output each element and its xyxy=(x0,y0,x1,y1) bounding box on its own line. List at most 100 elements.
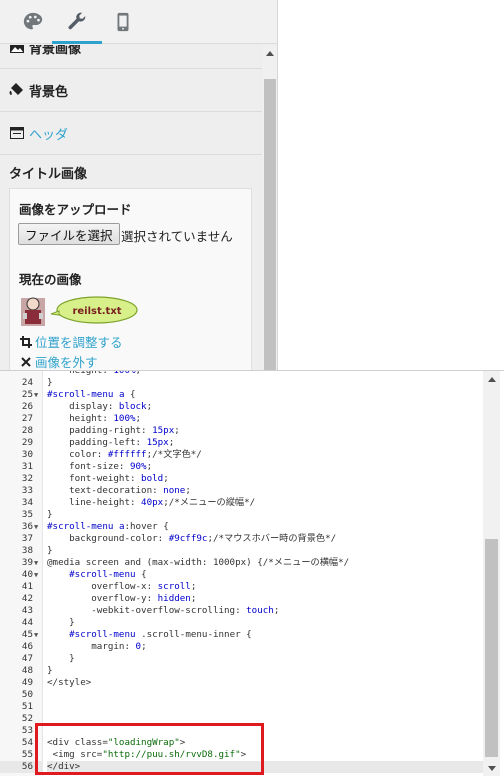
fold-arrow-icon[interactable]: ▼ xyxy=(34,521,42,533)
line-number xyxy=(0,365,43,377)
line-number-text: 24 xyxy=(21,377,33,388)
line-number-text: 27 xyxy=(21,413,33,424)
fold-arrow-icon[interactable]: ▼ xyxy=(34,569,42,581)
line-number: 41 xyxy=(0,581,43,593)
editor-scrollbar[interactable] xyxy=(483,371,500,776)
line-number-text: 46 xyxy=(21,641,33,652)
line-number-text: 55 xyxy=(21,749,33,760)
line-number-text: 32 xyxy=(21,473,33,484)
line-number: 46 xyxy=(0,641,43,653)
paint-bucket-icon xyxy=(8,82,26,98)
fold-arrow-icon[interactable]: ▼ xyxy=(34,557,42,569)
line-number: 29 xyxy=(0,437,43,449)
code-line[interactable] xyxy=(47,725,483,737)
line-number-text: 41 xyxy=(21,581,33,592)
line-number: 38 xyxy=(0,545,43,557)
code-line[interactable]: <div class="loadingWrap"> xyxy=(47,737,483,749)
code-line[interactable]: font-weight: bold; xyxy=(47,473,483,485)
code-line[interactable]: color: #ffffff;/*文字色*/ xyxy=(47,449,483,461)
code-line[interactable]: padding-left: 15px; xyxy=(47,437,483,449)
panel-content: 背景画像 背景色 ヘッダ タイトル画像 画像をアップロード ファイルを選択 選択… xyxy=(0,45,262,370)
choose-file-button[interactable]: ファイルを選択 xyxy=(18,223,120,245)
fold-arrow-icon[interactable]: ▼ xyxy=(34,629,42,641)
code-line[interactable]: </style> xyxy=(47,677,483,689)
adjust-position-link[interactable]: 位置を調整する xyxy=(19,332,123,351)
line-number: 25 ▼ xyxy=(0,389,43,401)
code-line[interactable]: } xyxy=(47,377,483,389)
line-number-text: 33 xyxy=(21,485,33,496)
line-number-text: 29 xyxy=(21,437,33,448)
code-line[interactable]: } xyxy=(47,509,483,521)
tab-mobile[interactable] xyxy=(106,6,140,38)
code-editor[interactable]: 24 25 ▼ 26 27 28 29 30 31 32 33 34 35 36 ▼ 37 38 39 ▼ 40 ▼ 41… xyxy=(0,370,504,776)
code-line[interactable]: <img src="http://puu.sh/rvvD8.gif"> xyxy=(47,749,483,761)
line-number-text: 42 xyxy=(21,593,33,604)
editor-scroll-thumb[interactable] xyxy=(485,539,498,757)
code-line[interactable] xyxy=(47,701,483,713)
code-line[interactable]: overflow-y: hidden; xyxy=(47,593,483,605)
code-line[interactable]: display: block; xyxy=(47,401,483,413)
tab-tools[interactable] xyxy=(52,6,102,44)
scroll-up-arrow-icon[interactable] xyxy=(483,371,500,387)
image-icon xyxy=(8,45,26,55)
line-number-text: 56 xyxy=(21,761,33,772)
code-line[interactable]: } xyxy=(47,665,483,677)
section-background-image[interactable]: 背景画像 xyxy=(0,45,262,69)
code-line[interactable]: #scroll-menu { xyxy=(47,569,483,581)
line-number-text: 30 xyxy=(21,449,33,460)
panel-scroll-thumb[interactable] xyxy=(264,79,276,370)
line-number-text: 44 xyxy=(21,617,33,628)
code-content[interactable]: height: 100%;}#scroll-menu a { display: … xyxy=(43,371,483,776)
line-number: 36 ▼ xyxy=(0,521,43,533)
adjust-position-label: 位置を調整する xyxy=(35,335,123,350)
section-header[interactable]: ヘッダ xyxy=(0,112,262,155)
line-number-text: 28 xyxy=(21,425,33,436)
code-line[interactable]: line-height: 40px;/*メニューの縦幅*/ xyxy=(47,497,483,509)
line-number-text: 38 xyxy=(21,545,33,556)
code-line[interactable]: } xyxy=(47,617,483,629)
code-line[interactable]: margin: 0; xyxy=(47,641,483,653)
code-line[interactable]: overflow-x: scroll; xyxy=(47,581,483,593)
code-line[interactable]: #scroll-menu .scroll-menu-inner { xyxy=(47,629,483,641)
line-number: 45 ▼ xyxy=(0,629,43,641)
line-number: 54 xyxy=(0,737,43,749)
line-number-text: 48 xyxy=(21,665,33,676)
code-line[interactable]: } xyxy=(47,653,483,665)
code-line[interactable]: height: 100%; xyxy=(47,413,483,425)
customizer-panel: 背景画像 背景色 ヘッダ タイトル画像 画像をアップロード ファイルを選択 選択… xyxy=(0,0,278,370)
line-number: 50 xyxy=(0,689,43,701)
current-image-heading: 現在の画像 xyxy=(19,272,82,287)
fold-arrow-icon[interactable]: ▼ xyxy=(34,389,42,401)
palette-icon xyxy=(23,12,43,30)
code-line[interactable]: @media screen and (max-width: 1000px) {/… xyxy=(47,557,483,569)
code-line[interactable]: font-size: 90%; xyxy=(47,461,483,473)
code-line[interactable] xyxy=(47,713,483,725)
code-line[interactable]: } xyxy=(47,545,483,557)
line-number-text: 34 xyxy=(21,497,33,508)
code-line[interactable]: background-color: #9cff9c;/*マウスホバー時の背景色*… xyxy=(47,533,483,545)
code-line[interactable]: text-decoration: none; xyxy=(47,485,483,497)
scroll-down-arrow-icon[interactable] xyxy=(483,761,500,776)
line-number: 47 xyxy=(0,653,43,665)
line-number: 26 xyxy=(0,401,43,413)
panel-scrollbar[interactable] xyxy=(262,45,277,370)
code-line[interactable]: #scroll-menu a:hover { xyxy=(47,521,483,533)
code-line[interactable]: </div> xyxy=(47,761,483,773)
line-number-text: 26 xyxy=(21,401,33,412)
preview-label: reilst.txt xyxy=(72,306,121,317)
section-background-color[interactable]: 背景色 xyxy=(0,69,262,112)
tab-design[interactable] xyxy=(16,6,50,38)
code-line[interactable]: #scroll-menu a { xyxy=(47,389,483,401)
line-number: 31 xyxy=(0,461,43,473)
line-number: 43 xyxy=(0,605,43,617)
line-number: 37 xyxy=(0,533,43,545)
line-number-text: 54 xyxy=(21,737,33,748)
crop-icon xyxy=(19,335,33,349)
code-line[interactable] xyxy=(47,689,483,701)
scroll-up-arrow-icon[interactable] xyxy=(262,45,277,61)
code-line[interactable]: padding-right: 15px; xyxy=(47,425,483,437)
line-number: 27 xyxy=(0,413,43,425)
mobile-icon xyxy=(117,12,129,32)
code-line[interactable]: -webkit-overflow-scrolling: touch; xyxy=(47,605,483,617)
upload-heading: 画像をアップロード xyxy=(19,202,132,217)
